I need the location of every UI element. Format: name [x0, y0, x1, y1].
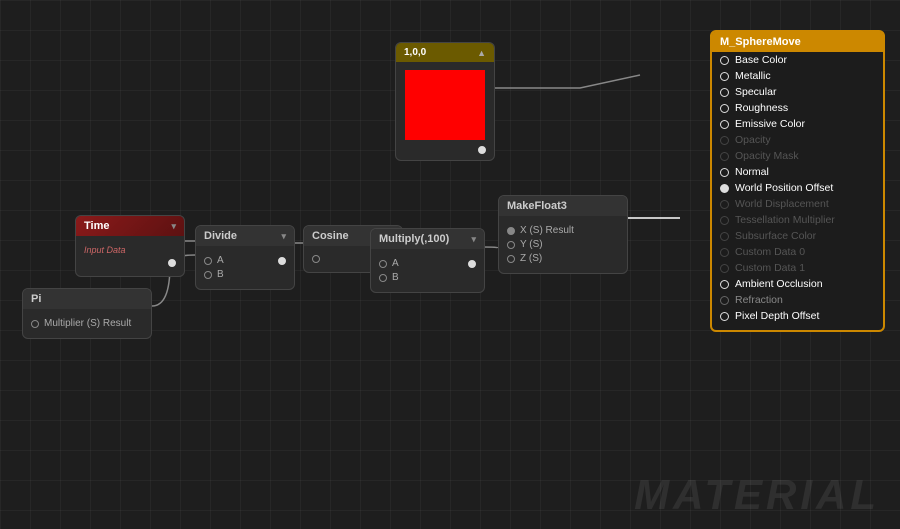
makefloat3-y-output-pin[interactable] — [507, 241, 515, 249]
multiply-node[interactable]: Multiply(,100) ▾ A B — [370, 228, 485, 293]
material-panel: M_SphereMove Base Color Metallic Specula… — [710, 30, 885, 332]
refraction-pin — [720, 296, 729, 305]
multiply-node-header: Multiply(,100) ▾ — [371, 229, 484, 249]
panel-item-normal[interactable]: Normal — [712, 164, 883, 180]
pi-output-pin[interactable] — [31, 320, 39, 328]
opacity-mask-label: Opacity Mask — [735, 150, 799, 162]
custom-data-0-label: Custom Data 0 — [735, 246, 805, 258]
makefloat3-node[interactable]: MakeFloat3 X (S) Result Y (S) Z (S) — [498, 195, 628, 274]
divide-node-title: Divide — [204, 230, 237, 242]
divide-node[interactable]: Divide ▾ A B — [195, 225, 295, 290]
pi-output-label: Multiplier (S) Result — [44, 318, 131, 329]
tessellation-multiplier-pin — [720, 216, 729, 225]
color-node-header: 1,0,0 ▲ — [396, 43, 494, 62]
emissive-color-label: Emissive Color — [735, 118, 805, 130]
time-output-pin[interactable] — [168, 259, 176, 267]
watermark-text: MATERIAL — [634, 471, 880, 518]
time-node[interactable]: Time ▾ Input Data — [75, 215, 185, 277]
base-color-label: Base Color — [735, 54, 787, 66]
roughness-label: Roughness — [735, 102, 788, 114]
specular-label: Specular — [735, 86, 776, 98]
color-triangle-icon: ▲ — [477, 48, 486, 58]
panel-item-specular[interactable]: Specular — [712, 84, 883, 100]
subsurface-color-label: Subsurface Color — [735, 230, 816, 242]
divide-output-pin[interactable] — [278, 257, 286, 265]
multiply-input-b-pin[interactable] — [379, 274, 387, 282]
makefloat3-x-output-pin[interactable] — [507, 227, 515, 235]
cosine-node-title: Cosine — [312, 230, 349, 242]
makefloat3-z-label: Z (S) — [520, 253, 542, 264]
panel-item-refraction[interactable]: Refraction — [712, 292, 883, 308]
panel-item-roughness[interactable]: Roughness — [712, 100, 883, 116]
opacity-label: Opacity — [735, 134, 771, 146]
panel-item-tessellation-multiplier[interactable]: Tessellation Multiplier — [712, 212, 883, 228]
divide-input-a-pin[interactable] — [204, 257, 212, 265]
ambient-occlusion-label: Ambient Occlusion — [735, 278, 823, 290]
metallic-pin — [720, 72, 729, 81]
opacity-pin — [720, 136, 729, 145]
multiply-input-a-pin[interactable] — [379, 260, 387, 268]
panel-item-base-color[interactable]: Base Color — [712, 52, 883, 68]
panel-item-pixel-depth-offset[interactable]: Pixel Depth Offset — [712, 308, 883, 324]
pi-node-title: Pi — [31, 293, 41, 305]
specular-pin — [720, 88, 729, 97]
material-watermark: MATERIAL — [634, 471, 880, 519]
makefloat3-z-output-pin[interactable] — [507, 255, 515, 263]
panel-item-custom-data-0[interactable]: Custom Data 0 — [712, 244, 883, 260]
divide-node-header: Divide ▾ — [196, 226, 294, 246]
emissive-color-pin — [720, 120, 729, 129]
divide-chevron-icon: ▾ — [281, 231, 286, 242]
custom-data-0-pin — [720, 248, 729, 257]
multiply-chevron-icon: ▾ — [471, 234, 476, 245]
panel-item-world-position-offset[interactable]: World Position Offset — [712, 180, 883, 196]
world-position-offset-label: World Position Offset — [735, 182, 833, 194]
normal-pin — [720, 168, 729, 177]
color-node-title: 1,0,0 — [404, 47, 426, 58]
panel-item-ambient-occlusion[interactable]: Ambient Occlusion — [712, 276, 883, 292]
panel-item-custom-data-1[interactable]: Custom Data 1 — [712, 260, 883, 276]
world-position-offset-pin — [720, 184, 729, 193]
divide-input-b-pin[interactable] — [204, 271, 212, 279]
makefloat3-x-label: X (S) Result — [520, 225, 574, 236]
pi-node-header: Pi — [23, 289, 151, 309]
multiply-output-pin[interactable] — [468, 260, 476, 268]
time-chevron-icon: ▾ — [171, 221, 176, 232]
pixel-depth-offset-label: Pixel Depth Offset — [735, 310, 819, 322]
pixel-depth-offset-pin — [720, 312, 729, 321]
color-swatch — [405, 70, 485, 140]
metallic-label: Metallic — [735, 70, 771, 82]
opacity-mask-pin — [720, 152, 729, 161]
makefloat3-node-title: MakeFloat3 — [507, 200, 567, 212]
color-output-pin[interactable] — [478, 146, 486, 154]
makefloat3-node-header: MakeFloat3 — [499, 196, 627, 216]
time-node-header: Time ▾ — [76, 216, 184, 236]
panel-item-metallic[interactable]: Metallic — [712, 68, 883, 84]
makefloat3-y-label: Y (S) — [520, 239, 543, 250]
custom-data-1-label: Custom Data 1 — [735, 262, 805, 274]
color-node[interactable]: 1,0,0 ▲ — [395, 42, 495, 161]
custom-data-1-pin — [720, 264, 729, 273]
panel-item-opacity[interactable]: Opacity — [712, 132, 883, 148]
tessellation-multiplier-label: Tessellation Multiplier — [735, 214, 835, 226]
ambient-occlusion-pin — [720, 280, 729, 289]
cosine-input-pin[interactable] — [312, 255, 320, 263]
roughness-pin — [720, 104, 729, 113]
panel-item-subsurface-color[interactable]: Subsurface Color — [712, 228, 883, 244]
world-displacement-pin — [720, 200, 729, 209]
normal-label: Normal — [735, 166, 769, 178]
subsurface-color-pin — [720, 232, 729, 241]
material-panel-title: M_SphereMove — [720, 36, 801, 48]
world-displacement-label: World Displacement — [735, 198, 829, 210]
multiply-node-title: Multiply(,100) — [379, 233, 449, 245]
panel-item-emissive-color[interactable]: Emissive Color — [712, 116, 883, 132]
base-color-pin — [720, 56, 729, 65]
pi-node[interactable]: Pi Multiplier (S) Result — [22, 288, 152, 339]
material-panel-header: M_SphereMove — [712, 32, 883, 52]
panel-item-opacity-mask[interactable]: Opacity Mask — [712, 148, 883, 164]
panel-item-world-displacement[interactable]: World Displacement — [712, 196, 883, 212]
refraction-label: Refraction — [735, 294, 783, 306]
time-node-title: Time — [84, 220, 109, 232]
time-node-subtitle: Input Data — [84, 245, 126, 255]
